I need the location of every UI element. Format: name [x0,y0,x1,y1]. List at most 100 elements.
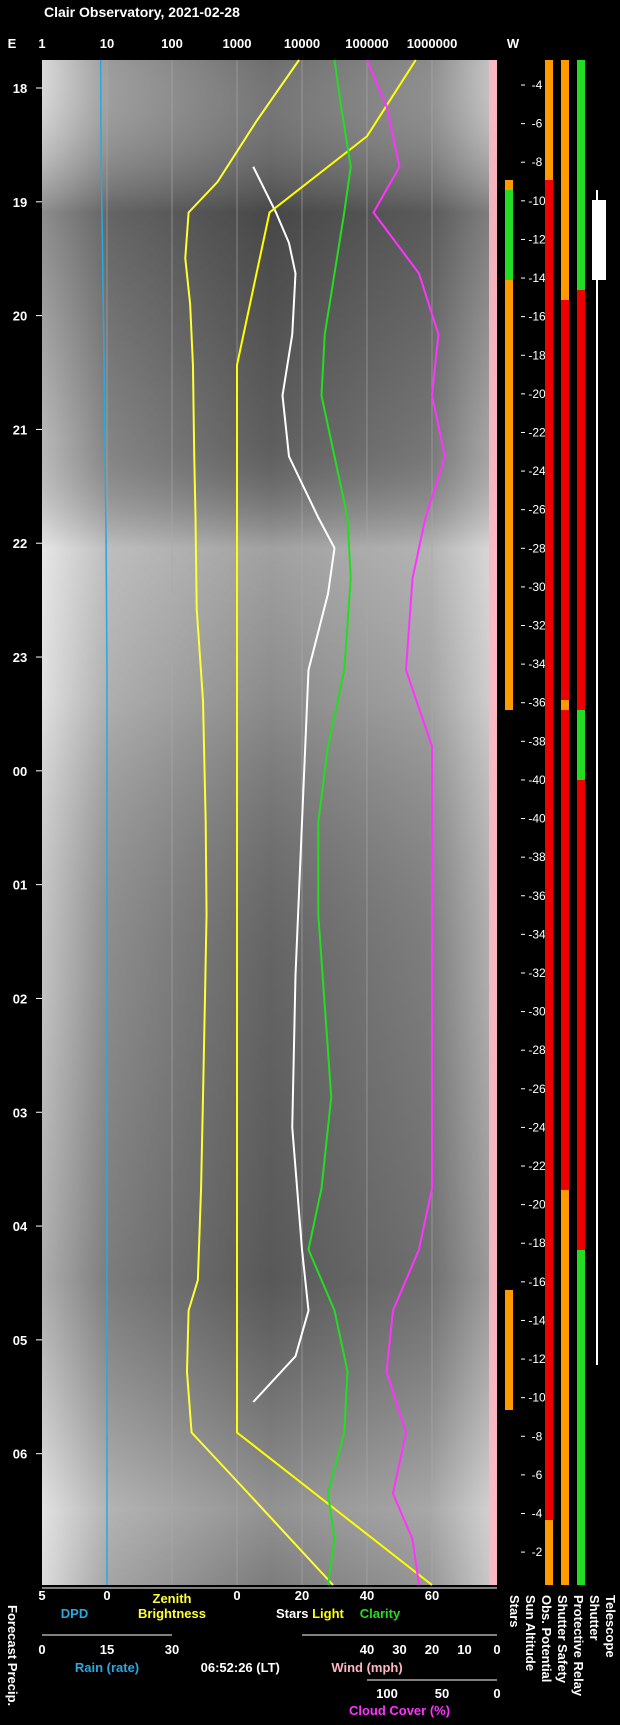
sun-altitude-tick: -14 [528,271,546,285]
sun-altitude-tick: -4 [532,1506,543,1520]
sun-altitude-tick: -8 [532,1429,543,1443]
protective-relay-segment [577,780,585,1250]
obs-potential-column [545,60,553,1585]
rain-tick: 0 [38,1642,45,1657]
sun-altitude-tick: -14 [528,1313,546,1327]
time-tick-label: 19 [13,195,27,210]
status-column-label: Telescope [603,1595,618,1658]
top-tick-label: 10 [100,36,114,51]
time-tick-label: 03 [13,1105,27,1120]
wind-tick: 40 [360,1642,374,1657]
cloud-tick: 0 [493,1686,500,1701]
time-tick-label: 21 [13,422,27,437]
dpd-tick: 0 [103,1588,110,1603]
top-tick-label: 10000 [284,36,320,51]
rain-tick: 30 [165,1642,179,1657]
top-axis-right-label: W [507,36,520,51]
sun-altitude-tick: -12 [528,1352,546,1366]
sun-altitude-tick: -36 [528,696,546,710]
cloud-tick: 50 [435,1686,449,1701]
top-tick-label: 100 [161,36,183,51]
sun-altitude-tick: -16 [528,1275,546,1289]
wind-label: Wind (mph) [331,1660,402,1675]
time-tick-label: 18 [13,81,27,96]
dpd-label: DPD [61,1606,88,1621]
cloud-label: Cloud Cover (%) [349,1703,450,1718]
top-tick-label: 1 [38,36,45,51]
sun-altitude-tick: -6 [532,117,543,131]
sun-altitude-tick: -40 [528,812,546,826]
sun-altitude-tick: -18 [528,1236,546,1250]
status-column-label: Shutter Safety [555,1595,570,1684]
top-axis-left-label: E [8,36,17,51]
sun-altitude-tick: -28 [528,1043,546,1057]
timestamp: 06:52:26 (LT) [201,1660,280,1675]
sun-altitude-tick: -36 [528,889,546,903]
status-column-label: Stars [507,1595,522,1628]
wind-tick: 10 [457,1642,471,1657]
obs-potential-segment [545,1520,553,1585]
sun-altitude-tick: -26 [528,1082,546,1096]
sun-altitude-tick: -20 [528,387,546,401]
status-column-label: Protective Relay [571,1595,586,1697]
time-tick-label: 05 [13,1333,27,1348]
sun-altitude-tick: -30 [528,1005,546,1019]
top-tick-label: 100000 [345,36,388,51]
obs-potential-segment [545,60,553,180]
observatory-chart: 1 10 100 1000 10000 100000 1000000E W1819202122… [5,36,618,1718]
time-tick-label: 04 [13,1219,28,1234]
sun-altitude-tick: -24 [528,1120,546,1134]
zenith-label: Zenith [153,1591,192,1606]
time-tick-label: 00 [13,764,27,779]
sun-altitude-tick: -32 [528,619,546,633]
sun-altitude-tick: -10 [528,1391,546,1405]
zenith-label: Brightness [138,1606,206,1621]
sun-altitude-tick: -22 [528,425,546,439]
sun-altitude-tick: -18 [528,348,546,362]
sun-altitude-tick: -10 [528,194,546,208]
rain-label: Rain (rate) [75,1660,139,1675]
time-tick-label: 22 [13,536,27,551]
telescope-block [592,200,606,280]
stars-label: Stars [276,1606,309,1621]
light-label: Light [312,1606,344,1621]
sun-altitude-tick: -34 [528,927,546,941]
time-tick-label: 02 [13,991,27,1006]
protective-relay-segment [577,290,585,710]
sun-altitude-tick: -34 [528,657,546,671]
stars-status-segment [505,1290,513,1410]
magnitude-tick: 20 [295,1588,309,1603]
sun-altitude-tick: -28 [528,541,546,555]
sun-altitude-tick: -24 [528,464,546,478]
time-tick-label: 01 [13,878,27,893]
sun-altitude-tick: -16 [528,310,546,324]
dpd-tick: 5 [38,1588,45,1603]
sun-altitude-tick: -30 [528,580,546,594]
time-tick-label: 20 [13,309,27,324]
rain-tick: 15 [100,1642,114,1657]
wind-tick: 20 [425,1642,439,1657]
status-column-label: Obs. Potential [539,1595,554,1682]
sun-altitude-tick: -20 [528,1198,546,1212]
top-tick-label: 1000 [223,36,252,51]
magnitude-tick: 40 [360,1588,374,1603]
sun-altitude-tick: -40 [528,773,546,787]
shutter-safety-segment [561,710,569,1190]
sky-image-overlay [42,60,497,1585]
sun-altitude-tick: -26 [528,503,546,517]
stars-status-segment [505,190,513,280]
status-column-label: Shutter [587,1595,602,1641]
sun-altitude-tick: -38 [528,734,546,748]
sun-altitude-tick: -12 [528,232,546,246]
clarity-label: Clarity [360,1606,401,1621]
sun-altitude-tick: -32 [528,966,546,980]
status-column-label: Sun Altitude [523,1595,538,1671]
magnitude-tick: 0 [233,1588,240,1603]
time-tick-label: 06 [13,1447,27,1462]
sun-altitude-tick: -6 [532,1468,543,1482]
sun-altitude-tick: -38 [528,850,546,864]
sun-altitude-tick: -8 [532,155,543,169]
sun-altitude-tick: -2 [532,1545,543,1559]
wind-tick: 0 [493,1642,500,1657]
magnitude-tick: 60 [425,1588,439,1603]
